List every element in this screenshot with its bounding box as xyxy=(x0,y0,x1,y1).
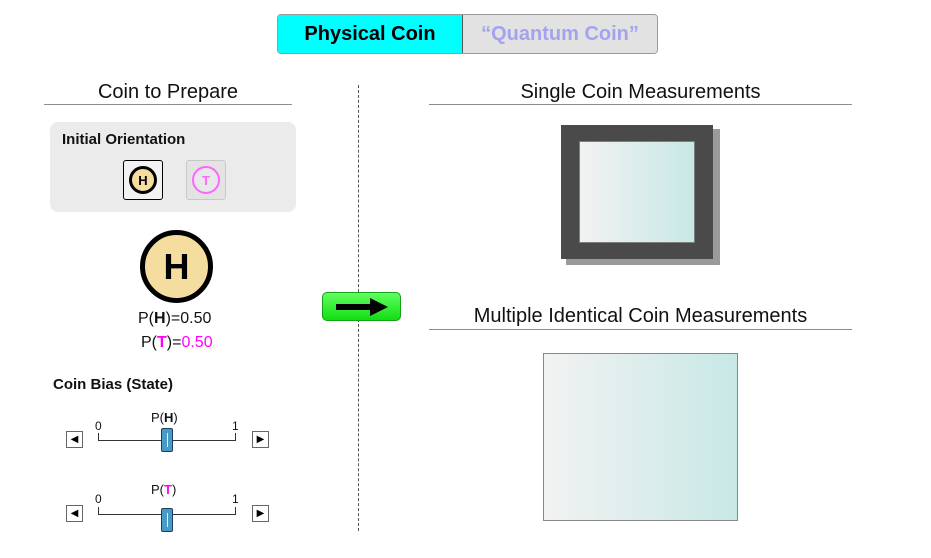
slider-tails-max-label: 1 xyxy=(232,492,239,506)
prob-tails-suffix: )= xyxy=(166,334,182,351)
single-heading-rule xyxy=(429,104,852,105)
slider-tails-min-label: 0 xyxy=(95,492,102,506)
prob-heads-suffix: )= xyxy=(165,310,181,327)
tab-quantum-coin[interactable]: “Quantum Coin” xyxy=(463,15,657,53)
prob-heads-prefix: P( xyxy=(138,310,154,327)
prob-heads-readout: P(H)=0.50 xyxy=(138,310,211,328)
left-arrow-icon: ◀ xyxy=(70,433,79,445)
slider-heads-max-label: 1 xyxy=(232,419,239,433)
multiple-heading-rule xyxy=(429,329,852,330)
tails-orientation-button[interactable]: T xyxy=(186,160,226,200)
slider-tails-label: P(T) xyxy=(151,482,176,497)
right-arrow-icon xyxy=(335,297,388,316)
single-coin-display xyxy=(579,141,695,243)
coin-to-prepare-heading: Coin to Prepare xyxy=(97,81,239,103)
slider-heads-prefix: P( xyxy=(151,410,164,425)
heads-coin-icon: H xyxy=(129,166,157,194)
slider-heads-increment-button[interactable]: ▶ xyxy=(252,431,269,448)
prob-tails-value: 0.50 xyxy=(181,334,213,351)
left-arrow-icon: ◀ xyxy=(70,507,79,519)
right-arrow-icon: ▶ xyxy=(256,507,265,519)
slider-heads-symbol: H xyxy=(164,410,174,425)
multiple-coin-heading: Multiple Identical Coin Measurements xyxy=(473,305,808,327)
coin-bias-title: Coin Bias (State) xyxy=(53,376,174,393)
coin-type-toggle: Physical Coin “Quantum Coin” xyxy=(277,14,658,54)
slider-heads-min-label: 0 xyxy=(95,419,102,433)
prob-tails-prefix: P( xyxy=(141,334,157,351)
prepared-coin: H xyxy=(140,230,213,303)
slider-tails-decrement-button[interactable]: ◀ xyxy=(66,505,83,522)
prob-tails-symbol: T xyxy=(157,334,167,351)
heads-orientation-button[interactable]: H xyxy=(123,160,163,200)
prob-tails-readout: P(T)=0.50 xyxy=(141,334,213,352)
measure-button[interactable] xyxy=(322,292,401,321)
slider-heads-decrement-button[interactable]: ◀ xyxy=(66,431,83,448)
slider-heads-label: P(H) xyxy=(151,410,178,425)
prob-heads-value: 0.50 xyxy=(180,310,212,327)
prob-heads-symbol: H xyxy=(154,310,166,327)
tails-coin-icon: T xyxy=(192,166,220,194)
slider-heads-suffix: ) xyxy=(173,410,178,425)
slider-heads-thumb[interactable] xyxy=(161,428,173,452)
slider-tails-prefix: P( xyxy=(151,482,164,497)
single-coin-heading: Single Coin Measurements xyxy=(520,81,761,103)
single-frame-shadow-side xyxy=(713,129,720,264)
single-frame-shadow-bottom xyxy=(566,259,720,265)
slider-tails-thumb[interactable] xyxy=(161,508,173,532)
tab-physical-coin[interactable]: Physical Coin xyxy=(278,15,463,53)
right-arrow-icon: ▶ xyxy=(256,433,265,445)
slider-tails-suffix: ) xyxy=(171,482,177,497)
multiple-coin-display xyxy=(543,353,738,521)
initial-orientation-title: Initial Orientation xyxy=(62,131,186,148)
left-heading-rule xyxy=(44,104,292,105)
slider-tails-increment-button[interactable]: ▶ xyxy=(252,505,269,522)
slider-tails-symbol: T xyxy=(164,482,172,497)
